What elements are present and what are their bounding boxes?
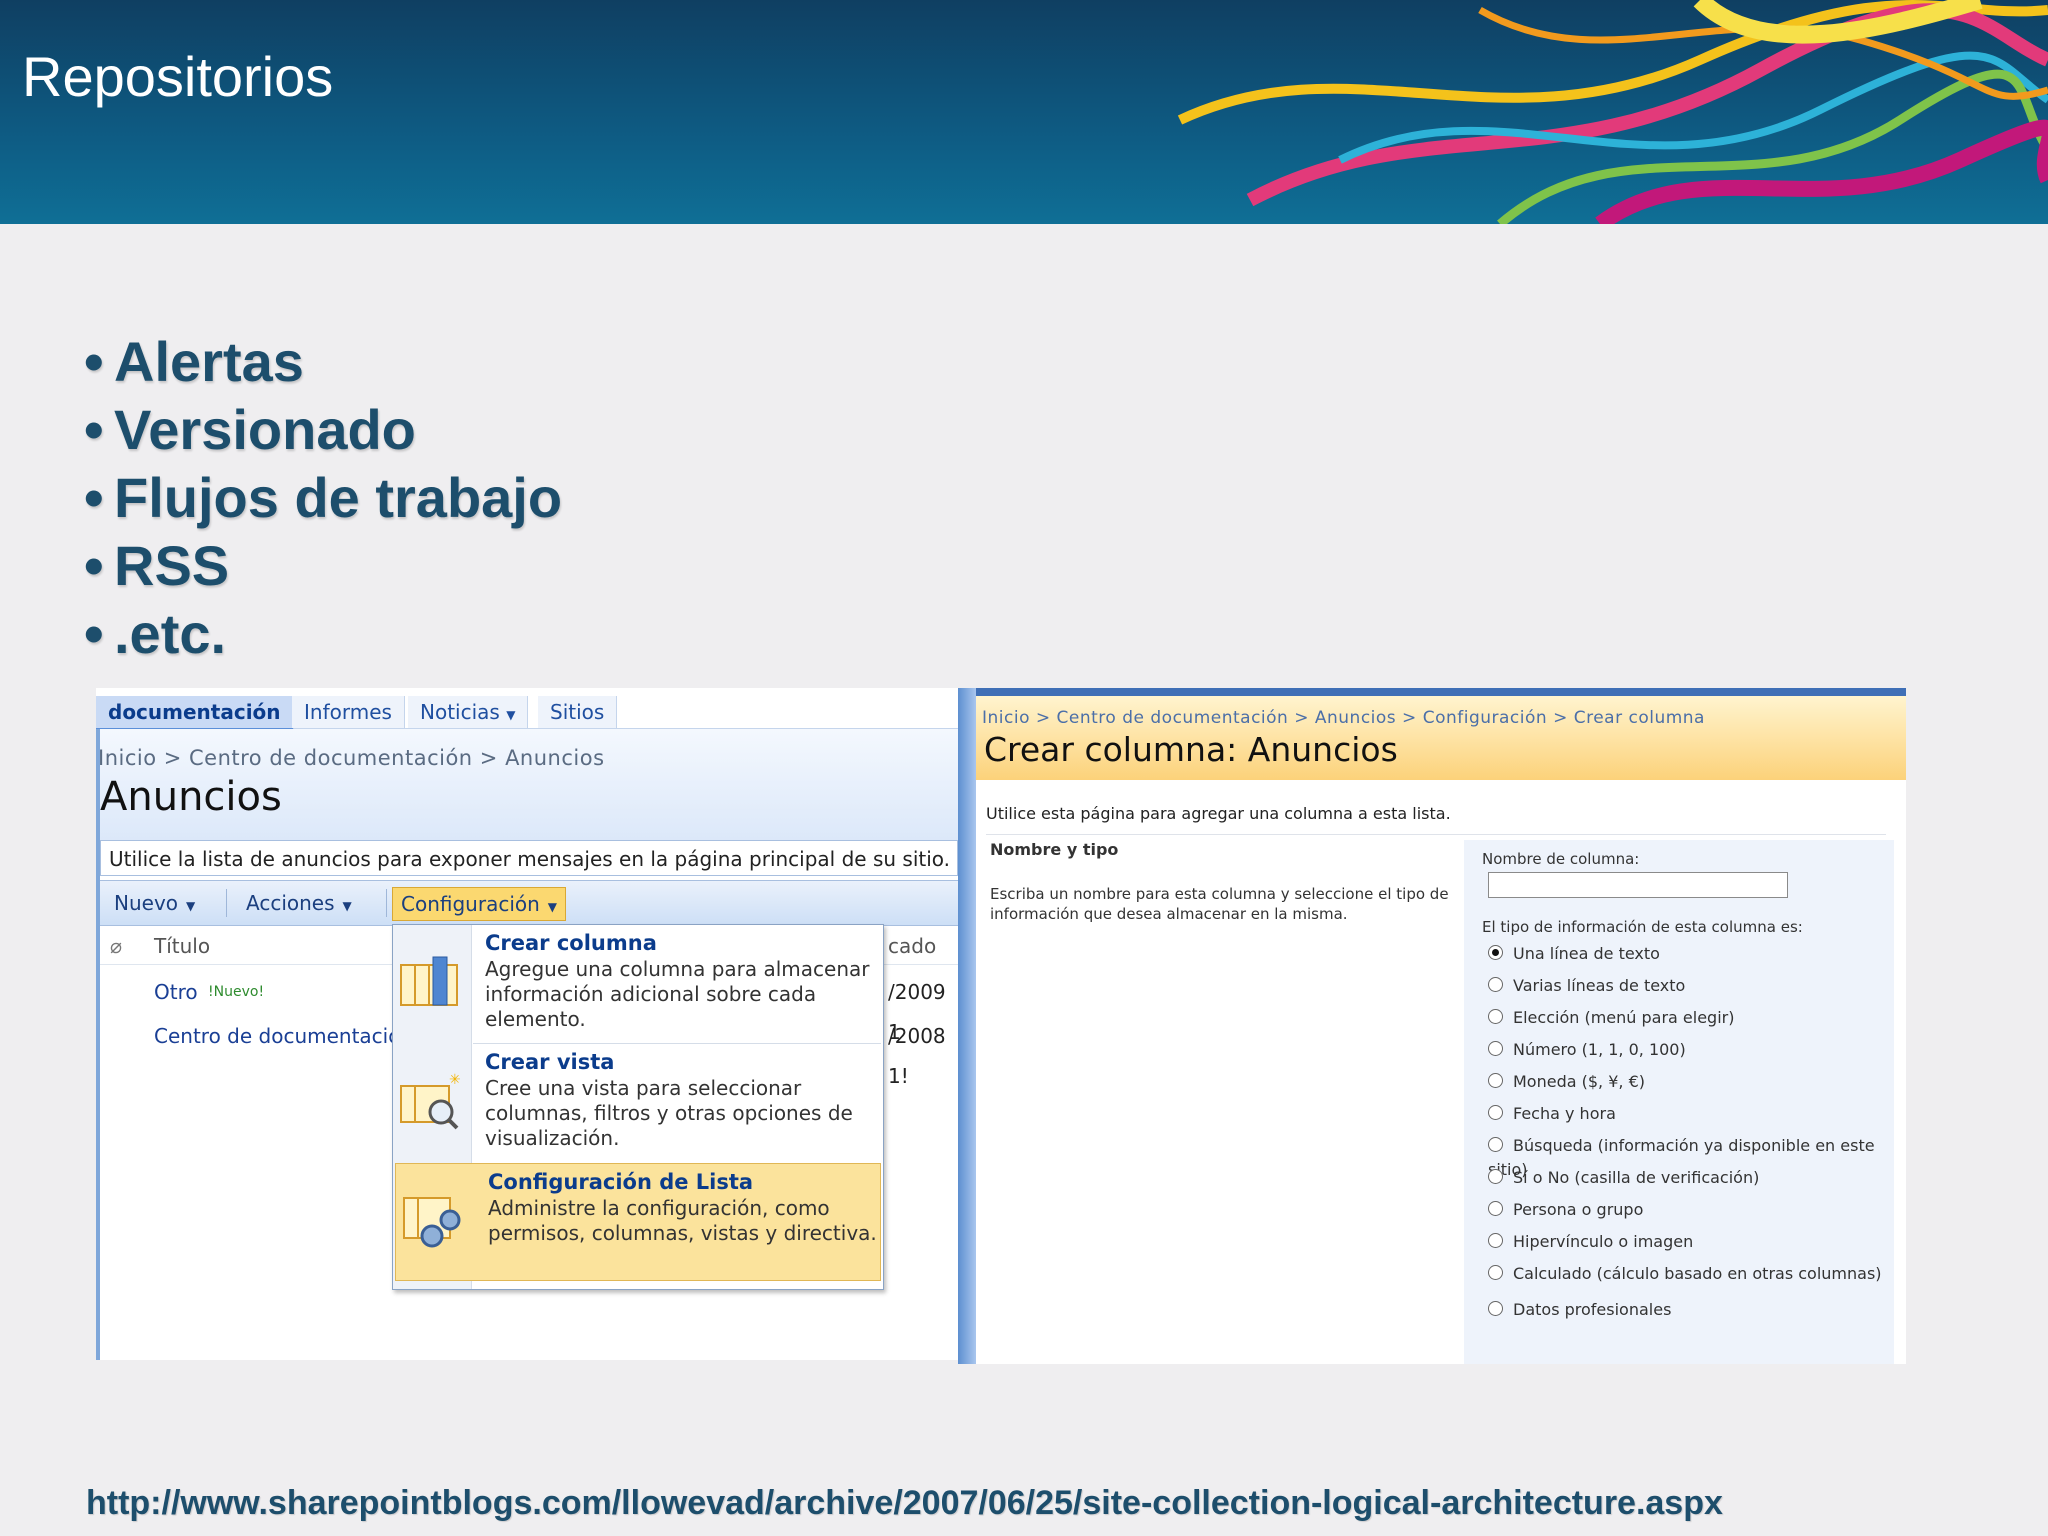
chevron-down-icon: ▼ bbox=[186, 899, 196, 913]
menu-item-desc: Agregue una columna para almacenar infor… bbox=[485, 957, 870, 1031]
top-bar bbox=[958, 688, 1906, 696]
column-form-panel: Nombre de columna: El tipo de informació… bbox=[1464, 840, 1894, 1364]
menu-item-configuracion-lista[interactable]: Configuración de Lista Administre la con… bbox=[395, 1163, 881, 1281]
radio-button[interactable] bbox=[1488, 1233, 1503, 1248]
radio-button[interactable] bbox=[1488, 1009, 1503, 1024]
menu-item-crear-columna[interactable]: Crear columna Agregue una columna para a… bbox=[393, 925, 881, 1043]
bullet-list: • Alertas • Versionado • Flujos de trabajo … bbox=[84, 328, 562, 668]
toolbar-divider bbox=[386, 889, 387, 917]
configuracion-menu: Crear columna Agregue una columna para a… bbox=[392, 924, 884, 1290]
type-option[interactable]: Sí o No (casilla de verificación) bbox=[1488, 1166, 1759, 1190]
row-title[interactable]: Centro de documentación bbox=[154, 1016, 413, 1056]
column-name-input[interactable] bbox=[1488, 872, 1788, 898]
radio-button[interactable] bbox=[1488, 977, 1503, 992]
bullet-item: • Flujos de trabajo bbox=[84, 466, 563, 529]
create-column-screenshot: Inicio > Centro de documentación > Anunc… bbox=[958, 688, 1906, 1364]
list-settings-screenshot: documentación Informes Noticias ▼ Sitios… bbox=[96, 688, 960, 1360]
radio-button[interactable] bbox=[1488, 1201, 1503, 1216]
type-option[interactable]: Hipervínculo o imagen bbox=[1488, 1230, 1693, 1254]
radio-button[interactable] bbox=[1488, 1265, 1503, 1280]
nuevo-button[interactable]: Nuevo ▼ bbox=[106, 887, 203, 919]
list-description: Utilice la lista de anuncios para expone… bbox=[100, 840, 958, 876]
menu-item-title: Crear vista bbox=[485, 1050, 615, 1074]
radio-button[interactable] bbox=[1488, 1041, 1503, 1056]
type-option[interactable]: Número (1, 1, 0, 100) bbox=[1488, 1038, 1686, 1062]
radio-button[interactable] bbox=[1488, 1105, 1503, 1120]
list-toolbar: Nuevo ▼ Acciones ▼ Configuración ▼ bbox=[100, 880, 960, 926]
section-title: Nombre y tipo bbox=[990, 840, 1119, 859]
column-name-label: Nombre de columna: bbox=[1482, 850, 1640, 868]
tab-noticias[interactable]: Noticias ▼ bbox=[408, 696, 529, 728]
column-title-header[interactable]: Título bbox=[154, 928, 210, 964]
type-option[interactable]: Persona o grupo bbox=[1488, 1198, 1643, 1222]
bullet-item: • .etc. bbox=[84, 602, 227, 665]
menu-item-crear-vista[interactable]: ✳ Crear vista Cree una vista para selecc… bbox=[393, 1044, 881, 1160]
tab-documentacion[interactable]: documentación bbox=[96, 696, 294, 731]
page-title: Anuncios bbox=[100, 774, 282, 820]
list-settings-icon bbox=[403, 1197, 461, 1248]
source-url[interactable]: http://www.sharepointblogs.com/llowevad/… bbox=[86, 1484, 1723, 1523]
radio-button[interactable] bbox=[1488, 1301, 1503, 1316]
configuracion-button[interactable]: Configuración ▼ bbox=[392, 887, 567, 921]
top-nav-tabs: documentación Informes Noticias ▼ Sitios bbox=[96, 692, 960, 731]
breadcrumb[interactable]: Inicio > Centro de documentación > Anunc… bbox=[982, 708, 1705, 728]
toolbar-divider bbox=[226, 889, 227, 917]
type-option[interactable]: Una línea de texto bbox=[1488, 942, 1660, 966]
chevron-down-icon: ▼ bbox=[547, 900, 558, 914]
chevron-down-icon: ▼ bbox=[342, 899, 352, 913]
bullet-item: • Versionado bbox=[84, 398, 416, 461]
menu-item-desc: Cree una vista para seleccionar columnas… bbox=[485, 1076, 853, 1150]
radio-button[interactable] bbox=[1488, 1169, 1503, 1184]
radio-button[interactable] bbox=[1488, 1073, 1503, 1088]
section-divider bbox=[986, 834, 1886, 835]
breadcrumb[interactable]: Inicio > Centro de documentación > Anunc… bbox=[98, 746, 605, 770]
tab-sitios[interactable]: Sitios bbox=[538, 696, 618, 728]
column-type-label: El tipo de información de esta columna e… bbox=[1482, 918, 1803, 936]
page-intro: Utilice esta página para agregar una col… bbox=[986, 804, 1451, 823]
ribbon-decoration bbox=[1177, 0, 2048, 224]
type-option[interactable]: Moneda ($, ¥, €) bbox=[1488, 1070, 1645, 1094]
tab-informes[interactable]: Informes bbox=[292, 696, 405, 728]
radio-button[interactable] bbox=[1488, 1137, 1503, 1152]
section-description: Escriba un nombre para esta columna y se… bbox=[990, 885, 1449, 923]
slide-title: Repositorios bbox=[22, 45, 334, 108]
bullet-item: • RSS bbox=[84, 534, 230, 597]
type-option[interactable]: Datos profesionales bbox=[1488, 1298, 1671, 1322]
menu-item-desc: Administre la configuración, como permis… bbox=[488, 1196, 877, 1245]
row-date: /2008 1! bbox=[888, 1024, 946, 1088]
type-option[interactable]: Varias líneas de texto bbox=[1488, 974, 1685, 998]
row-title[interactable]: Otro bbox=[154, 972, 198, 1012]
radio-button[interactable] bbox=[1488, 945, 1503, 960]
type-option[interactable]: Fecha y hora bbox=[1488, 1102, 1616, 1126]
page-title: Crear columna: Anuncios bbox=[984, 730, 1398, 769]
attachment-icon: ⌀ bbox=[110, 934, 123, 958]
slide-banner: Repositorios bbox=[0, 0, 2048, 224]
create-view-icon: ✳ bbox=[400, 1072, 461, 1130]
new-badge: !Nuevo! bbox=[208, 984, 265, 1000]
create-column-icon bbox=[400, 956, 458, 1006]
left-border bbox=[958, 688, 976, 1364]
type-option[interactable]: Elección (menú para elegir) bbox=[1488, 1006, 1734, 1030]
new-icon: ! bbox=[258, 984, 265, 1000]
menu-item-title: Configuración de Lista bbox=[488, 1170, 754, 1194]
column-modified-header[interactable]: cado bbox=[888, 928, 936, 964]
bullet-item: • Alertas bbox=[84, 330, 304, 393]
menu-item-title: Crear columna bbox=[485, 931, 657, 955]
svg-text:✳: ✳ bbox=[449, 1072, 461, 1088]
type-option[interactable]: Búsqueda (información ya disponible en e… bbox=[1488, 1134, 1894, 1179]
acciones-button[interactable]: Acciones ▼ bbox=[238, 887, 360, 919]
chevron-down-icon: ▼ bbox=[506, 708, 516, 722]
type-option[interactable]: Calculado (cálculo basado en otras colum… bbox=[1488, 1262, 1882, 1286]
